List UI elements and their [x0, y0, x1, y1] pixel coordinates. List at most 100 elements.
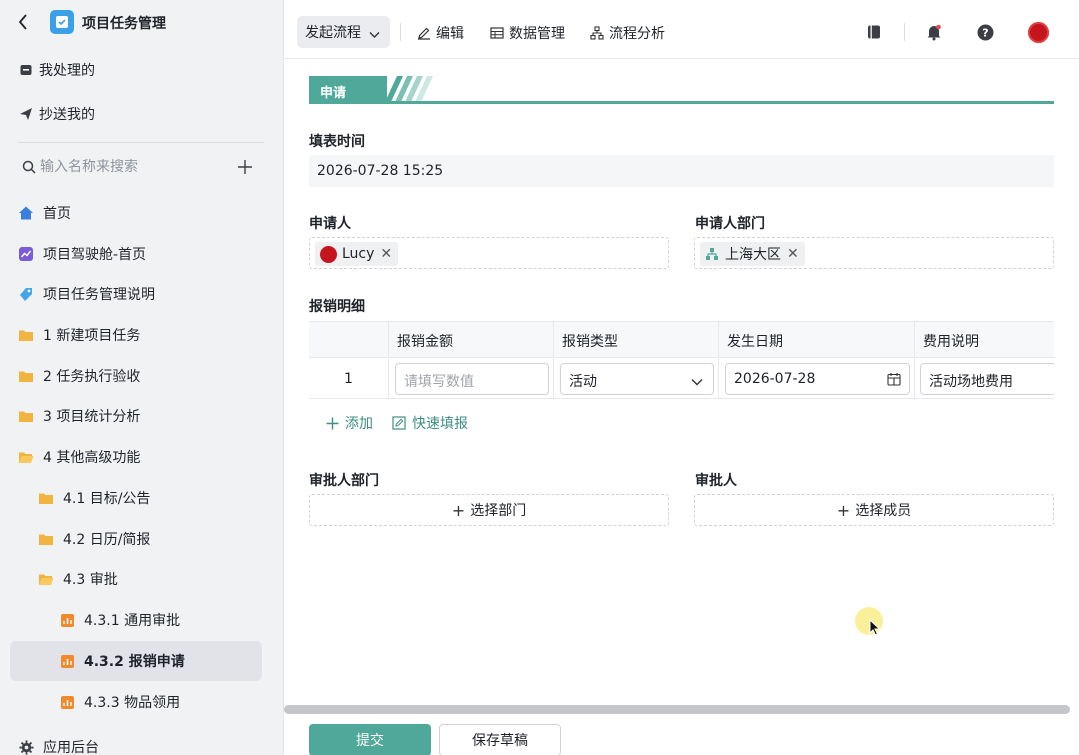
add-row-button[interactable]: 添加 [326, 413, 373, 433]
sidebar-item-form-4-3-2[interactable]: 4.3.2 报销申请 [10, 641, 262, 681]
svg-text:?: ? [982, 26, 988, 39]
sidebar-item-form-4-3-3[interactable]: 4.3.3 物品领用 [0, 682, 284, 722]
sidebar-item-folder-4-3[interactable]: 4.3 审批 [0, 559, 284, 599]
plus-icon [326, 417, 339, 429]
date-cell: 2026-07-28 [718, 359, 914, 398]
sidebar-item-folder-3[interactable]: 3 项目统计分析 [0, 396, 284, 436]
book-icon[interactable] [864, 22, 884, 42]
edit-button[interactable]: 编辑 [417, 23, 464, 43]
column-header: 报销金额 [388, 322, 553, 358]
amount-cell: 请填写数值 [388, 359, 553, 398]
cursor-icon [869, 618, 881, 640]
sidebar-item-admin[interactable]: 应用后台 [0, 727, 284, 755]
bell-icon[interactable] [924, 22, 944, 42]
sidebar-item-folder-4-1[interactable]: 4.1 目标/公告 [0, 478, 284, 518]
submit-button[interactable]: 提交 [309, 724, 431, 755]
sidebar-item-guide[interactable]: 项目任务管理说明 [0, 274, 284, 314]
close-icon[interactable]: ✕ [380, 246, 392, 262]
flow-analysis-label: 流程分析 [609, 26, 665, 42]
section-title: 申请 [309, 76, 387, 102]
sidebar-item-dashboard[interactable]: 项目驾驶舱-首页 [0, 234, 284, 274]
save-draft-button[interactable]: 保存草稿 [439, 724, 561, 755]
applicant-label: 申请人 [309, 216, 351, 232]
sidebar-item-folder-1[interactable]: 1 新建项目任务 [0, 315, 284, 355]
sidebar-item-folder-2[interactable]: 2 任务执行验收 [0, 356, 284, 396]
sidebar-item-label: 项目任务管理说明 [43, 287, 155, 303]
flow-analysis-button[interactable]: 流程分析 [590, 23, 665, 43]
detail-label: 报销明细 [309, 299, 365, 315]
toolbar-divider [400, 23, 401, 41]
data-manage-button[interactable]: 数据管理 [490, 23, 565, 43]
user-avatar[interactable] [1028, 22, 1049, 43]
sidebar-item-label: 3 项目统计分析 [43, 409, 141, 425]
search-input[interactable] [40, 156, 220, 178]
app-header: 项目任务管理 [0, 0, 284, 44]
dept-chip: 上海大区 ✕ [700, 242, 805, 266]
sidebar-item-folder-4-2[interactable]: 4.2 日历/简报 [0, 519, 284, 559]
approver-dept-label: 审批人部门 [309, 473, 379, 489]
sidebar-item-label: 4.3.2 报销申请 [84, 654, 185, 670]
folder-open-icon [38, 571, 54, 587]
avatar [320, 245, 337, 263]
add-icon[interactable] [237, 159, 253, 179]
chart-icon [18, 246, 34, 262]
divider [18, 142, 264, 143]
help-icon[interactable]: ? [975, 22, 995, 42]
top-toolbar: 发起流程 编辑 数据管理 流程分析 ? [284, 0, 1079, 59]
back-arrow-icon[interactable] [18, 12, 32, 32]
sidebar-item-form-4-3-1[interactable]: 4.3.1 通用审批 [0, 600, 284, 640]
home-icon [18, 205, 34, 221]
start-flow-button[interactable]: 发起流程 [297, 16, 390, 48]
select-dept-label: 选择部门 [470, 503, 527, 519]
search-icon [22, 160, 36, 178]
sidebar-item-label: 4.3 审批 [63, 572, 118, 588]
applicant-chip: Lucy ✕ [315, 242, 399, 266]
section-header: 申请 [309, 76, 1054, 104]
sidebar-item-my-processed[interactable]: 我处理的 [0, 50, 284, 90]
add-row-label: 添加 [345, 416, 373, 432]
sidebar-item-label: 应用后台 [43, 740, 99, 755]
close-icon[interactable]: ✕ [787, 246, 799, 262]
type-value: 活动 [569, 374, 597, 390]
gear-icon [18, 739, 34, 755]
dept-name: 上海大区 [725, 247, 781, 263]
app-title: 项目任务管理 [82, 16, 166, 32]
tag-icon [18, 286, 34, 302]
dept-field[interactable]: 上海大区 ✕ [694, 237, 1054, 269]
flow-icon [590, 26, 604, 40]
date-picker[interactable]: 2026-07-28 [725, 363, 910, 395]
folder-icon [18, 408, 34, 424]
sidebar-item-label: 4 其他高级功能 [43, 450, 141, 466]
sidebar-item-cc-to-me[interactable]: 抄送我的 [0, 94, 284, 134]
sidebar-item-label: 1 新建项目任务 [43, 328, 141, 344]
sidebar-item-home[interactable]: 首页 [0, 193, 284, 233]
sidebar-item-folder-4[interactable]: 4 其他高级功能 [0, 437, 284, 477]
sidebar-item-label: 4.3.1 通用审批 [84, 613, 181, 629]
plus-icon: + [836, 500, 851, 520]
form-icon [59, 612, 75, 628]
horizontal-scrollbar[interactable] [284, 705, 1070, 714]
toolbar-divider [904, 23, 905, 41]
type-select[interactable]: 活动 [560, 363, 714, 395]
approver-label: 审批人 [695, 473, 737, 489]
type-cell: 活动 [553, 359, 718, 398]
expense-table: 报销金额 报销类型 发生日期 费用说明 1 请填写数值 活动 2026-07-2… [309, 321, 1054, 399]
sidebar-item-label: 2 任务执行验收 [43, 369, 141, 385]
edit-icon [418, 27, 430, 40]
column-header: 发生日期 [718, 322, 914, 358]
select-member-label: 选择成员 [855, 503, 912, 519]
select-dept-button[interactable]: + 选择部门 [309, 494, 669, 526]
section-underline [309, 101, 1054, 104]
quick-fill-button[interactable]: 快速填报 [392, 413, 468, 433]
desc-input[interactable]: 活动场地费用 [920, 363, 1054, 395]
folder-icon [18, 368, 34, 384]
inbox-icon [18, 62, 34, 78]
select-member-button[interactable]: + 选择成员 [694, 494, 1054, 526]
calendar-icon [887, 372, 901, 390]
amount-input[interactable]: 请填写数值 [395, 363, 549, 395]
applicant-field[interactable]: Lucy ✕ [309, 237, 669, 269]
table-header: 报销金额 报销类型 发生日期 费用说明 [309, 322, 1054, 358]
table-icon [490, 27, 504, 39]
folder-icon [18, 327, 34, 343]
sidebar-item-label: 4.1 目标/公告 [63, 491, 151, 507]
